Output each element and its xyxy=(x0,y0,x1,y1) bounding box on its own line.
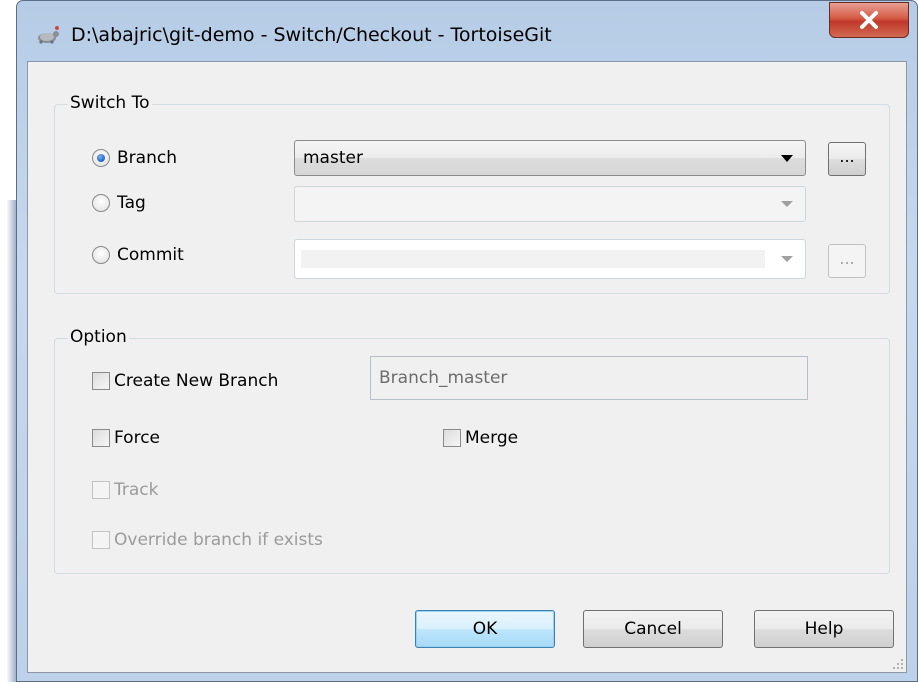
chevron-down-icon[interactable] xyxy=(781,154,793,162)
commit-combobox[interactable] xyxy=(294,239,806,279)
tag-radio-label: Tag xyxy=(117,193,146,213)
close-icon xyxy=(860,11,878,29)
branch-radio-indicator[interactable] xyxy=(92,149,110,167)
help-button[interactable]: Help xyxy=(754,610,894,648)
radio-selected-dot xyxy=(97,154,105,162)
create-new-branch-label: Create New Branch xyxy=(114,371,279,391)
chevron-down-icon[interactable] xyxy=(781,256,793,262)
new-branch-name-field[interactable]: Branch_master xyxy=(370,356,808,400)
track-checkbox[interactable]: Track xyxy=(92,480,158,500)
branch-combobox-value: master xyxy=(303,148,363,168)
create-new-branch-checkbox[interactable]: Create New Branch xyxy=(92,371,278,391)
close-button[interactable] xyxy=(829,2,909,38)
force-checkbox[interactable]: Force xyxy=(92,428,160,448)
chevron-down-icon[interactable] xyxy=(781,201,793,207)
switch-to-label: Switch To xyxy=(68,93,152,113)
option-label: Option xyxy=(68,327,129,347)
merge-box[interactable] xyxy=(443,429,461,447)
merge-label: Merge xyxy=(465,428,519,448)
create-new-branch-box[interactable] xyxy=(92,372,110,390)
track-label: Track xyxy=(114,480,159,500)
switch-checkout-dialog: D:\abajric\git-demo - Switch/Checkout - … xyxy=(16,0,918,682)
commit-radio[interactable]: Commit xyxy=(92,245,184,265)
override-branch-box[interactable] xyxy=(92,531,110,549)
window-title: D:\abajric\git-demo - Switch/Checkout - … xyxy=(71,24,552,46)
branch-combobox[interactable]: master xyxy=(294,140,806,176)
title-bar[interactable]: D:\abajric\git-demo - Switch/Checkout - … xyxy=(17,1,917,61)
commit-browse-button[interactable]: ... xyxy=(828,244,866,278)
tag-radio[interactable]: Tag xyxy=(92,193,146,213)
branch-browse-button[interactable]: ... xyxy=(828,142,866,176)
override-branch-label: Override branch if exists xyxy=(114,530,323,550)
cancel-button[interactable]: Cancel xyxy=(583,610,723,648)
commit-input-area[interactable] xyxy=(301,250,765,268)
tag-combobox[interactable] xyxy=(294,186,806,222)
commit-radio-indicator[interactable] xyxy=(92,246,110,264)
ok-button[interactable]: OK xyxy=(415,610,555,648)
branch-radio-label: Branch xyxy=(117,148,177,168)
resize-grip-icon[interactable] xyxy=(890,656,904,670)
commit-radio-label: Commit xyxy=(117,245,184,265)
merge-checkbox[interactable]: Merge xyxy=(443,428,518,448)
background-edge xyxy=(0,200,16,682)
force-box[interactable] xyxy=(92,429,110,447)
branch-radio[interactable]: Branch xyxy=(92,148,177,168)
force-label: Force xyxy=(114,428,160,448)
tortoisegit-icon xyxy=(38,26,59,44)
dialog-client-area: Switch To Branch master ... Tag Commit .… xyxy=(27,61,907,673)
override-branch-checkbox[interactable]: Override branch if exists xyxy=(92,530,323,550)
tag-radio-indicator[interactable] xyxy=(92,194,110,212)
track-box[interactable] xyxy=(92,481,110,499)
